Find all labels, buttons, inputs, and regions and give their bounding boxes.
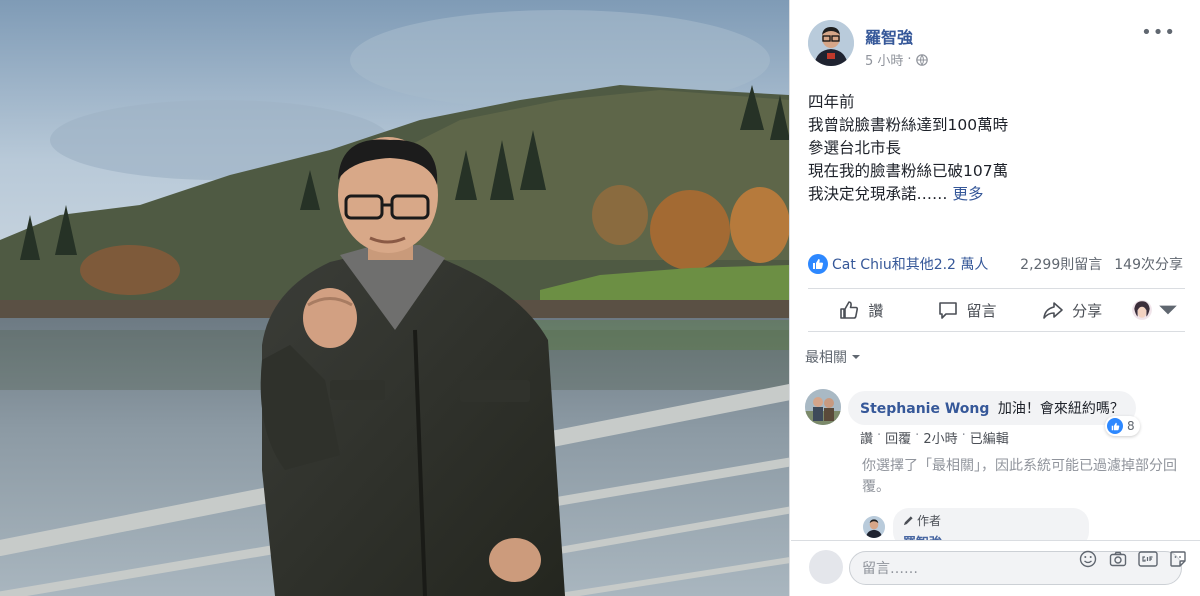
- author-name[interactable]: 羅智強: [865, 24, 913, 48]
- post-time[interactable]: 5 小時: [865, 50, 903, 69]
- post-photo[interactable]: [0, 0, 790, 596]
- composer-icons: [1078, 549, 1188, 569]
- author-tag: 作者: [903, 512, 1079, 529]
- composer-avatar: [809, 550, 843, 584]
- like-label: 讚: [868, 301, 884, 320]
- post-line: 我曾說臉書粉絲達到100萬時: [808, 116, 1009, 134]
- comment-text: 加油！會來紐約嗎？: [997, 401, 1124, 417]
- post-panel: 羅智強 5 小時 · ••• 四年前 我曾說臉書粉絲達到100萬時 參選台北市長…: [791, 0, 1200, 596]
- like-icon: [808, 254, 828, 274]
- post-line-last: 我決定兌現承諾…… 更多: [808, 183, 1183, 206]
- chevron-down-icon: [1159, 305, 1177, 315]
- comments-count[interactable]: 2,299則留言: [1020, 254, 1102, 274]
- post-line: 我決定兌現承諾……: [808, 185, 948, 203]
- comment-edited[interactable]: 已編輯: [970, 428, 1009, 447]
- post-stats: Cat Chiu和其他2.2 萬人 2,299則留言 149次分享: [808, 252, 1183, 276]
- comment-like-link[interactable]: 讚: [860, 428, 873, 447]
- shares-count[interactable]: 149次分享: [1114, 254, 1183, 274]
- reaction-picker[interactable]: [1125, 299, 1185, 321]
- profile-avatar-icon: [1132, 300, 1152, 320]
- more-icon[interactable]: •••: [1141, 22, 1176, 43]
- post-text: 四年前 我曾說臉書粉絲達到100萬時 參選台北市長 現在我的臉書粉絲已破107萬…: [808, 91, 1183, 206]
- comment-bubble: Stephanie Wong 加油！會來紐約嗎？: [848, 391, 1136, 425]
- post-meta: 5 小時 ·: [865, 50, 928, 69]
- reactions-summary[interactable]: Cat Chiu和其他2.2 萬人: [832, 254, 988, 274]
- chevron-down-icon: [852, 355, 860, 359]
- photo-scene: [0, 0, 789, 596]
- sort-label: 最相關: [805, 350, 847, 366]
- comment-actions: 讚 · 回覆 · 2小時 · 已編輯: [860, 428, 1009, 447]
- like-button[interactable]: 讚: [808, 299, 914, 321]
- post-actions: 讚 留言 分享: [808, 288, 1185, 332]
- comment-composer: 留言……: [791, 540, 1200, 596]
- comment-label: 留言: [966, 301, 997, 320]
- post-line: 四年前: [808, 93, 855, 111]
- commenter-avatar[interactable]: [805, 389, 841, 425]
- comment-input-placeholder: 留言……: [862, 561, 918, 577]
- comment-time[interactable]: 2小時: [923, 428, 957, 447]
- author-avatar[interactable]: [808, 20, 854, 66]
- gif-icon[interactable]: [1138, 549, 1158, 569]
- share-button[interactable]: 分享: [1019, 299, 1125, 321]
- see-more-link[interactable]: 更多: [952, 185, 983, 203]
- reaction-count: 8: [1127, 419, 1135, 433]
- comment-button[interactable]: 留言: [914, 299, 1020, 321]
- comment-sort-dropdown[interactable]: 最相關: [805, 347, 861, 367]
- camera-icon[interactable]: [1108, 549, 1128, 569]
- post-header: 羅智強 5 小時 · •••: [808, 20, 1188, 70]
- share-icon: [1043, 302, 1063, 319]
- globe-icon: [915, 53, 928, 66]
- share-label: 分享: [1072, 301, 1103, 320]
- pencil-icon: [903, 516, 913, 526]
- comment-reply-link[interactable]: 回覆: [885, 428, 911, 447]
- like-icon: [1107, 418, 1123, 434]
- comment-author[interactable]: Stephanie Wong: [860, 401, 989, 417]
- sticker-icon[interactable]: [1168, 549, 1188, 569]
- post-line: 參選台北市長: [808, 139, 902, 157]
- reply-avatar[interactable]: [863, 516, 885, 538]
- comment-reaction-count[interactable]: 8: [1105, 416, 1140, 436]
- emoji-icon[interactable]: [1078, 549, 1098, 569]
- comment-icon: [938, 302, 957, 319]
- author-tag-label: 作者: [917, 514, 942, 528]
- post-line: 現在我的臉書粉絲已破107萬: [808, 162, 1009, 180]
- like-icon: [840, 301, 859, 319]
- filter-note: 你選擇了「最相關」，因此系統可能已過濾掉部分回覆。: [862, 458, 1177, 495]
